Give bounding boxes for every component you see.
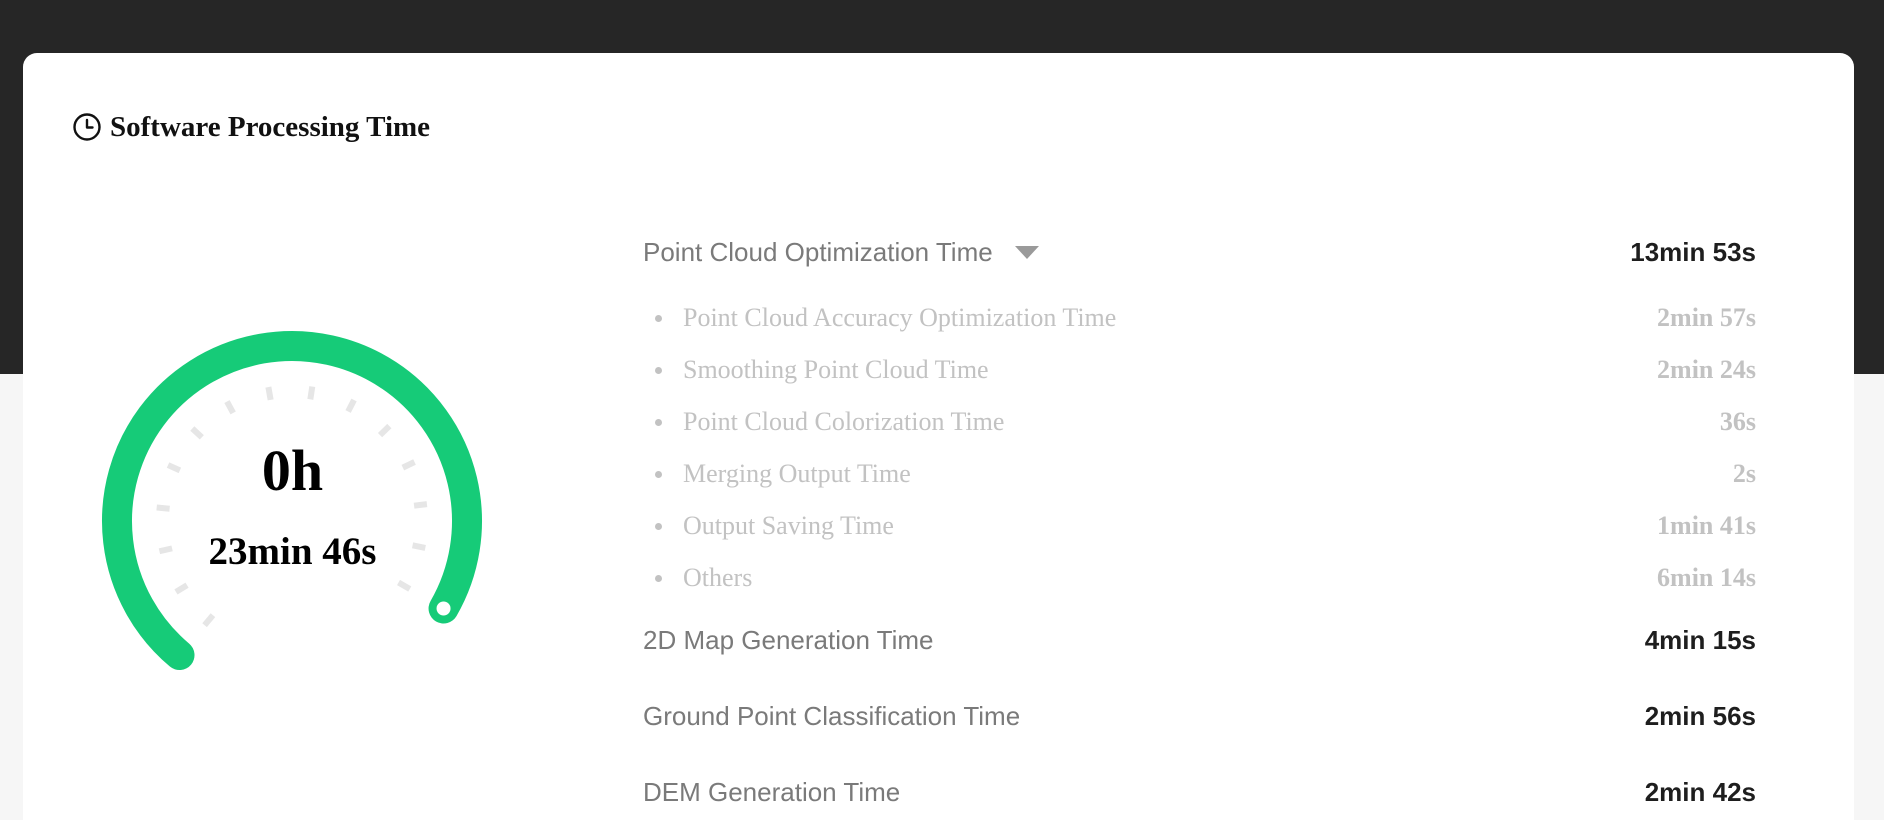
gauge-tick <box>156 504 170 512</box>
sub-row-smoothing: Smoothing Point Cloud Time 2min 24s <box>643 351 1756 389</box>
card-title-text: Software Processing Time <box>110 110 431 143</box>
row-label: Point Cloud Optimization Time <box>643 236 993 267</box>
bullet-dot <box>655 366 662 374</box>
row-value: 2min 42s <box>1644 776 1756 807</box>
gauge-end-knob <box>431 596 456 621</box>
sub-row-others: Others 6min 14s <box>643 559 1756 597</box>
row-ground-point-classification: Ground Point Classification Time 2min 56… <box>643 696 1756 736</box>
sub-row-label: Output Saving Time <box>683 511 894 540</box>
bullet-dot <box>655 470 662 478</box>
sub-row-label: Smoothing Point Cloud Time <box>683 355 989 384</box>
bullet-dot <box>655 574 662 582</box>
sub-row-output-saving: Output Saving Time 1min 41s <box>643 507 1756 545</box>
sub-row-value: 2min 57s <box>1657 303 1756 332</box>
clock-icon <box>73 113 101 141</box>
row-label: DEM Generation Time <box>643 776 901 807</box>
gauge-tick <box>265 386 274 401</box>
gauge-tick <box>377 423 392 438</box>
row-point-cloud-optimization[interactable]: Point Cloud Optimization Time 13min 53s <box>643 232 1756 272</box>
gauge-minutes-seconds: 23min 46s <box>208 530 377 573</box>
caret-down-icon[interactable] <box>1014 245 1039 259</box>
row-value: 2min 56s <box>1644 700 1756 731</box>
row-value: 13min 53s <box>1630 236 1756 267</box>
gauge-tick <box>397 579 412 592</box>
row-2d-map-generation: 2D Map Generation Time 4min 15s <box>643 620 1756 660</box>
row-label: 2D Map Generation Time <box>643 624 934 655</box>
bullet-dot <box>655 314 662 322</box>
sub-row-value: 2min 24s <box>1657 355 1756 384</box>
bullet-dot <box>655 522 662 530</box>
bullet-dot <box>655 418 662 426</box>
row-dem-generation: DEM Generation Time 2min 42s <box>643 772 1756 812</box>
sub-row-colorization: Point Cloud Colorization Time 36s <box>643 403 1756 441</box>
card-title: Software Processing Time <box>72 107 430 147</box>
sub-row-accuracy-optimization: Point Cloud Accuracy Optimization Time 2… <box>643 299 1756 337</box>
gauge-tick <box>224 400 236 415</box>
gauge-tick <box>345 398 357 413</box>
gauge-hours: 0h <box>261 438 324 503</box>
sub-row-value: 2s <box>1732 459 1756 488</box>
sub-row-label: Point Cloud Accuracy Optimization Time <box>683 303 1117 332</box>
sub-row-label: Point Cloud Colorization Time <box>683 407 1005 436</box>
row-label: Ground Point Classification Time <box>643 700 1021 731</box>
gauge-tick <box>174 582 189 595</box>
gauge-tick <box>307 386 316 400</box>
sub-row-value: 1min 41s <box>1657 511 1756 540</box>
sub-row-merging-output: Merging Output Time 2s <box>643 455 1756 493</box>
sub-row-value: 6min 14s <box>1657 563 1756 592</box>
row-value: 4min 15s <box>1644 624 1756 655</box>
sub-row-label: Merging Output Time <box>683 459 911 488</box>
sub-row-label: Others <box>683 563 753 592</box>
sub-row-value: 36s <box>1719 407 1756 436</box>
gauge-tick <box>202 613 216 628</box>
